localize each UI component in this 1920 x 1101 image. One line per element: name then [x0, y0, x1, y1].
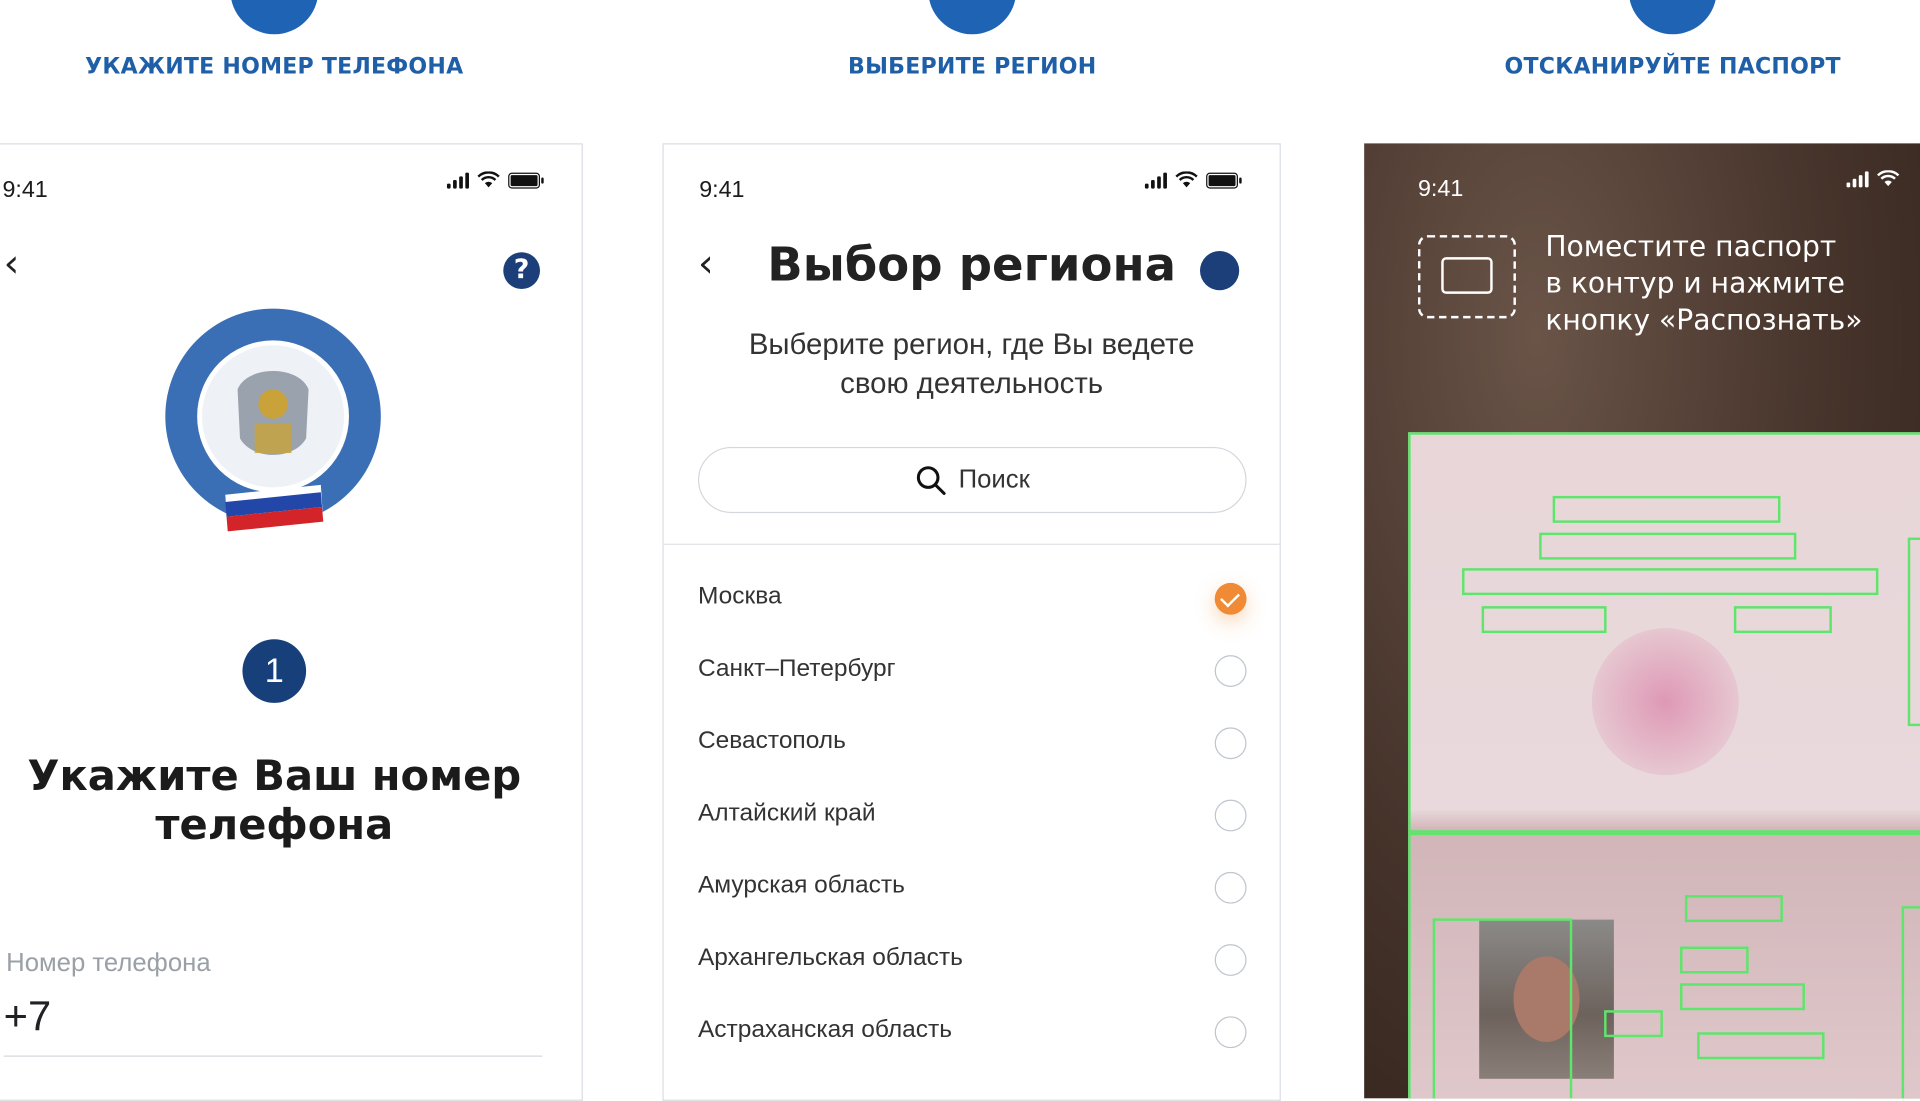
search-placeholder: Поиск [958, 465, 1030, 494]
step-title: ОТСКАНИРУЙТЕ ПАСПОРТ [1504, 53, 1841, 80]
fns-emblem-logo [162, 304, 385, 537]
page-subtitle: Выберите регион, где Вы ведете свою деят… [713, 326, 1231, 404]
detection-box [1907, 537, 1920, 727]
step-number-badge: 1 [242, 639, 307, 703]
page-title-line: Укажите Ваш номер [27, 751, 522, 801]
region-name: Севастополь [697, 727, 846, 755]
detection-box [1697, 1032, 1825, 1060]
step-circle-icon [230, 0, 319, 35]
region-name: Москва [697, 582, 782, 610]
signal-icon [1144, 171, 1167, 189]
promo-page: УКАЖИТЕ НОМЕР ТЕЛЕФОНА ВЫБЕРИТЕ РЕГИОН О… [0, 0, 1920, 1101]
region-list-item[interactable]: Астраханская область [698, 998, 1247, 1070]
scan-instruction-line: Поместите паспорт [1545, 231, 1837, 264]
phone-screen-phone-number: 9:41 ‹ ? 1 Укажите Ваш номер телефона Но… [0, 143, 583, 1101]
wifi-icon [1877, 170, 1900, 187]
region-list-item[interactable]: Амурская область [698, 853, 1247, 925]
step-circle-icon [928, 0, 1017, 35]
radio-unchecked-icon[interactable] [1214, 1016, 1247, 1049]
status-time: 9:41 [699, 177, 745, 204]
signal-icon [1846, 170, 1869, 188]
status-icons [1846, 170, 1901, 188]
page-title: Укажите Ваш номер телефона [11, 752, 538, 850]
region-list-item[interactable]: Архангельская область [698, 926, 1247, 998]
phone-screen-region: 9:41 ‹ Выбор региона Выберите регион, гд… [662, 143, 1281, 1101]
region-list-item[interactable]: Севастополь [698, 709, 1247, 781]
detection-box [1552, 495, 1781, 523]
region-list-item[interactable]: Санкт–Петербург [698, 637, 1247, 709]
radio-checked-icon[interactable] [1214, 582, 1247, 615]
detection-box [1680, 946, 1749, 974]
region-name: Архангельская область [697, 944, 963, 972]
detection-box [1733, 606, 1832, 634]
phone-field-label: Номер телефона [6, 948, 211, 978]
back-arrow-icon[interactable]: ‹ [4, 240, 20, 287]
scan-instruction: Поместите паспорт в контур и нажмите кно… [1545, 229, 1912, 339]
step-title: ВЫБЕРИТЕ РЕГИОН [848, 53, 1097, 80]
page-title-line: телефона [155, 800, 394, 850]
help-button[interactable]: ? [503, 252, 541, 289]
detection-box [1684, 895, 1783, 923]
step-circle-icon [1628, 0, 1717, 35]
wifi-icon [1175, 171, 1198, 188]
battery-icon [1206, 172, 1242, 188]
phone-input-underline [3, 1055, 543, 1057]
search-icon [916, 466, 946, 496]
search-field[interactable]: Поиск [697, 446, 1247, 514]
battery-icon [508, 172, 544, 188]
status-time: 9:41 [2, 177, 48, 204]
scan-instruction-line: в контур и нажмите [1545, 268, 1846, 301]
region-name: Амурская область [697, 871, 905, 899]
detection-box [1901, 906, 1920, 1099]
detection-box [1462, 568, 1879, 596]
region-name: Астраханская область [697, 1016, 952, 1044]
step-title: УКАЖИТЕ НОМЕР ТЕЛЕФОНА [85, 53, 464, 80]
region-name: Алтайский край [697, 799, 876, 827]
detection-box [1432, 918, 1573, 1099]
signal-icon [446, 171, 469, 189]
detection-box [1680, 983, 1805, 1011]
phone-screen-passport-scan: 9:41 Поместите паспорт в контур и нажмит… [1364, 143, 1920, 1099]
status-time: 9:41 [1417, 176, 1464, 203]
radio-unchecked-icon[interactable] [1214, 799, 1247, 832]
search-field-content: Поиск [699, 448, 1245, 512]
page-subtitle-line: свою деятельность [840, 367, 1104, 401]
status-icons [1144, 171, 1242, 189]
phone-input[interactable]: +7 [4, 993, 51, 1041]
region-name: Санкт–Петербург [697, 655, 896, 683]
page-subtitle-line: Выберите регион, где Вы ведете [748, 328, 1195, 362]
detection-box [1539, 532, 1797, 560]
divider [663, 543, 1280, 545]
detection-box [1604, 1010, 1663, 1038]
detection-box [1481, 606, 1607, 634]
region-list-item[interactable]: Москва [698, 564, 1247, 636]
page-title: Выбор региона [767, 237, 1177, 292]
radio-unchecked-icon[interactable] [1214, 871, 1247, 904]
wifi-icon [477, 171, 500, 188]
region-list-item[interactable]: Алтайский край [698, 781, 1247, 853]
scan-instruction-line: кнопку «Распознать» [1545, 304, 1863, 337]
passport-scan-icon [1417, 235, 1516, 319]
radio-unchecked-icon[interactable] [1214, 727, 1247, 760]
info-dot-button[interactable] [1200, 251, 1240, 291]
status-icons [446, 171, 544, 189]
radio-unchecked-icon[interactable] [1214, 655, 1247, 687]
radio-unchecked-icon[interactable] [1214, 944, 1247, 976]
